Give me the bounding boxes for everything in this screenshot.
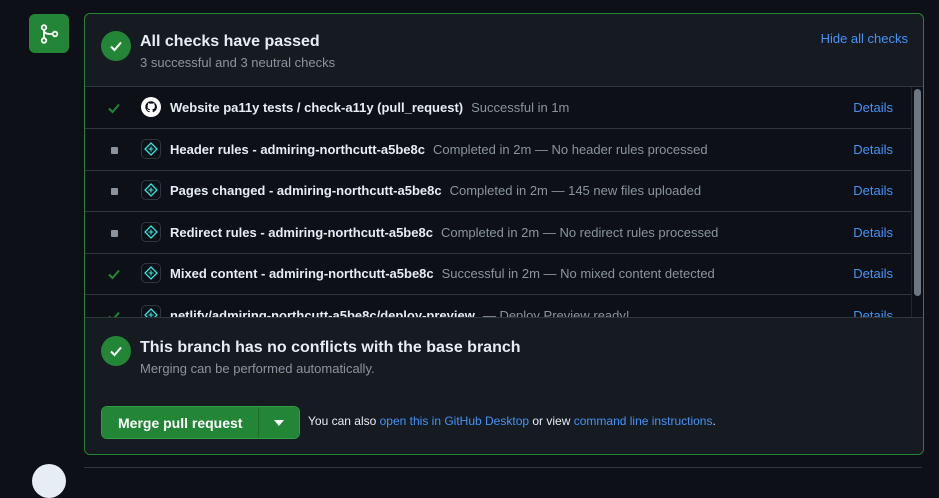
check-text: Header rules - admiring-northcutt-a5be8c… (170, 142, 708, 157)
check-row: Redirect rules - admiring-northcutt-a5be… (85, 212, 911, 254)
hint-mid: or view (529, 414, 574, 428)
details-link[interactable]: Details (853, 266, 893, 281)
conflicts-section: This branch has no conflicts with the ba… (85, 317, 923, 390)
checks-scrollbar[interactable] (911, 87, 923, 317)
hint-suffix: . (712, 414, 716, 428)
github-logo-icon (141, 97, 161, 117)
check-name: Mixed content - admiring-northcutt-a5be8… (170, 266, 434, 281)
neutral-status-icon (105, 224, 123, 242)
check-text: Website pa11y tests / check-a11y (pull_r… (170, 100, 569, 115)
caret-down-icon (274, 419, 285, 426)
check-text: Mixed content - admiring-northcutt-a5be8… (170, 266, 715, 281)
open-github-desktop-link[interactable]: open this in GitHub Desktop (380, 414, 529, 428)
checks-title: All checks have passed (140, 33, 320, 50)
check-name: Redirect rules - admiring-northcutt-a5be… (170, 225, 433, 240)
details-link[interactable]: Details (853, 142, 893, 157)
merge-hint: You can also open this in GitHub Desktop… (308, 414, 716, 428)
neutral-status-icon (105, 182, 123, 200)
check-mark-icon (105, 307, 123, 317)
details-link[interactable]: Details (853, 308, 893, 317)
check-description: Completed in 2m — 145 new files uploaded (449, 183, 702, 198)
check-name: Header rules - admiring-northcutt-a5be8c (170, 142, 425, 157)
check-row: Header rules - admiring-northcutt-a5be8c… (85, 129, 911, 171)
check-description: — Deploy Preview ready! (482, 308, 630, 317)
check-circle-icon (101, 31, 131, 61)
conflicts-subtitle: Merging can be performed automatically. (140, 361, 375, 376)
check-name: Website pa11y tests / check-a11y (pull_r… (170, 100, 464, 115)
netlify-logo-icon (141, 222, 161, 242)
check-text: Pages changed - admiring-northcutt-a5be8… (170, 183, 701, 198)
details-link[interactable]: Details (853, 225, 893, 240)
check-row: Website pa11y tests / check-a11y (pull_r… (85, 87, 911, 129)
details-link[interactable]: Details (853, 100, 893, 115)
netlify-logo-icon (141, 180, 161, 200)
check-description: Completed in 2m — No redirect rules proc… (440, 225, 719, 240)
check-description: Successful in 2m — No mixed content dete… (441, 266, 715, 281)
check-mark-icon (105, 99, 123, 117)
hint-prefix: You can also (308, 414, 380, 428)
command-line-instructions-link[interactable]: command line instructions (574, 414, 713, 428)
netlify-logo-icon (141, 263, 161, 283)
check-description: Successful in 1m (471, 100, 570, 115)
check-row: Pages changed - admiring-northcutt-a5be8… (85, 170, 911, 212)
check-mark-icon (105, 265, 123, 283)
check-circle-icon (101, 336, 131, 366)
scroll-thumb[interactable] (914, 89, 921, 296)
merge-area: Merge pull request You can also open thi… (85, 389, 923, 454)
git-merge-icon (29, 14, 69, 53)
details-link[interactable]: Details (853, 183, 893, 198)
netlify-logo-icon (141, 305, 161, 317)
check-text: netlify/admiring-northcutt-a5be8c/deploy… (170, 308, 630, 317)
check-row: Mixed content - admiring-northcutt-a5be8… (85, 253, 911, 295)
check-description: Completed in 2m — No header rules proces… (433, 142, 708, 157)
merge-options-dropdown[interactable] (259, 407, 300, 438)
check-name: netlify/admiring-northcutt-a5be8c/deploy… (170, 308, 475, 317)
neutral-status-icon (105, 141, 123, 159)
check-text: Redirect rules - admiring-northcutt-a5be… (170, 225, 718, 240)
netlify-logo-icon (141, 139, 161, 159)
next-timeline-box (84, 467, 922, 473)
check-name: Pages changed - admiring-northcutt-a5be8… (170, 183, 442, 198)
checks-list: Website pa11y tests / check-a11y (pull_r… (85, 87, 923, 317)
avatar (32, 464, 66, 498)
hide-all-checks-link[interactable]: Hide all checks (821, 31, 908, 46)
checks-subtitle: 3 successful and 3 neutral checks (140, 55, 336, 70)
merge-button-group: Merge pull request (101, 406, 301, 439)
checks-summary: All checks have passed 3 successful and … (85, 14, 923, 87)
merge-pull-request-button[interactable]: Merge pull request (102, 407, 260, 438)
check-row: netlify/admiring-northcutt-a5be8c/deploy… (85, 295, 911, 317)
merge-box: All checks have passed 3 successful and … (84, 13, 924, 455)
conflicts-title: This branch has no conflicts with the ba… (140, 339, 521, 356)
